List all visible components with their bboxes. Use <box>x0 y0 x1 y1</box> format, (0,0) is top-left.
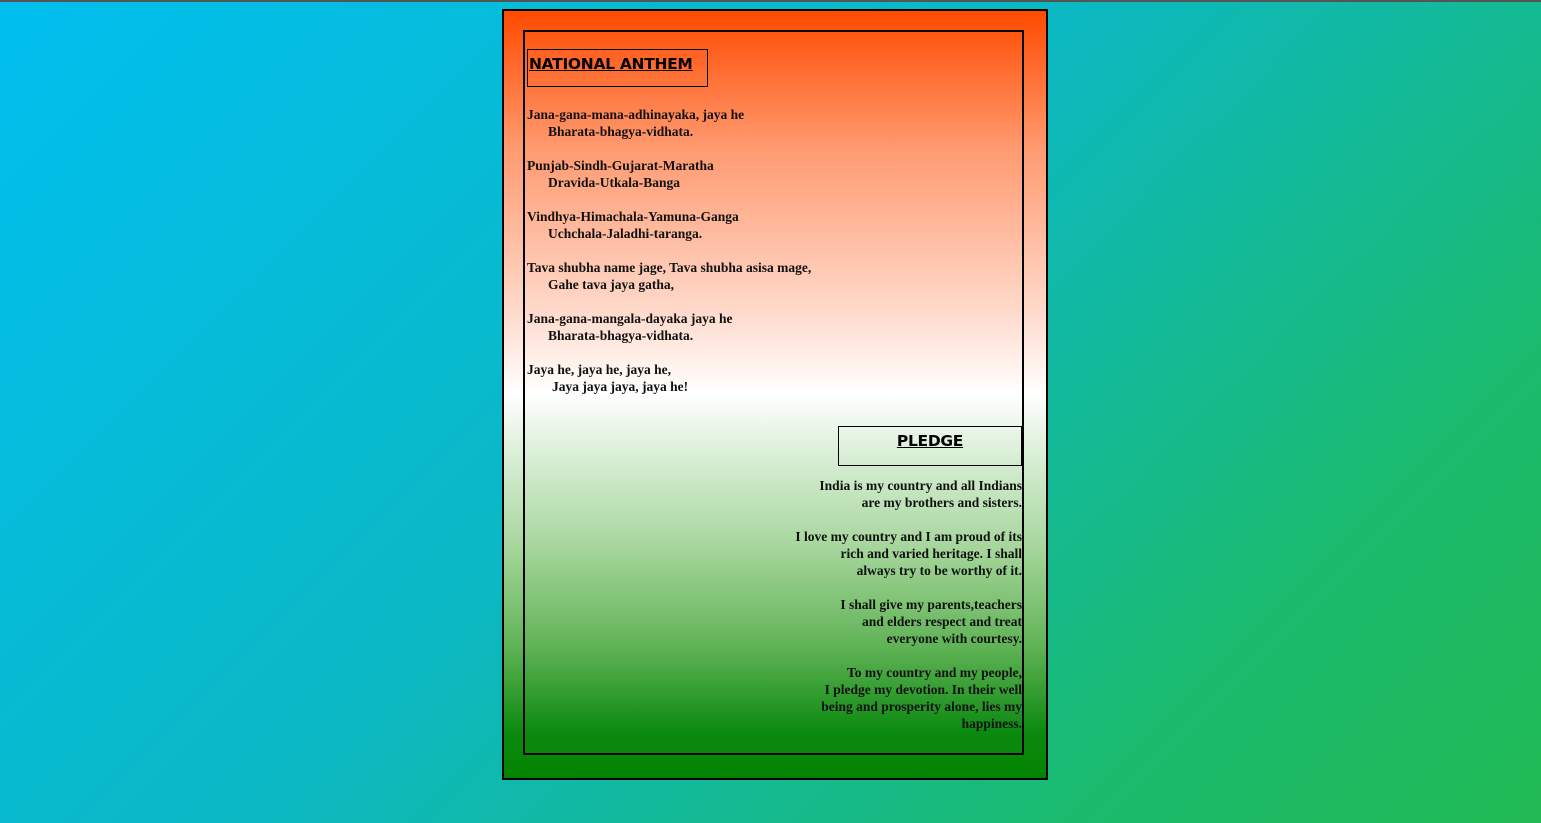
anthem-line: Jaya he, jaya he, jaya he, <box>527 362 671 377</box>
pledge-line: India is my country and all Indians <box>819 478 1022 493</box>
anthem-line: Jana-gana-mana-adhinayaka, jaya he <box>527 107 745 122</box>
anthem-line: Gahe tava jaya gatha, <box>548 277 674 292</box>
top-border-line <box>0 0 1541 2</box>
pledge-line: rich and varied heritage. I shall <box>840 546 1023 561</box>
pledge-text: India is my country and all Indians are … <box>722 477 1022 749</box>
pledge-paragraph-3: I shall give my parents,teachers and eld… <box>722 596 1022 647</box>
anthem-line: Bharata-bhagya-vidhata. <box>548 124 694 139</box>
pledge-line: I shall give my parents,teachers <box>840 597 1022 612</box>
pledge-paragraph-1: India is my country and all Indians are … <box>722 477 1022 511</box>
pledge-line: To my country and my people, <box>846 665 1022 680</box>
anthem-line: Dravida-Utkala-Banga <box>548 175 681 190</box>
pledge-line: and elders respect and treat <box>862 614 1022 629</box>
anthem-line: Jana-gana-mangala-dayaka jaya he <box>527 311 733 326</box>
pledge-line: are my brothers and sisters. <box>861 495 1022 510</box>
tricolor-card: NATIONAL ANTHEM Jana-gana-mana-adhinayak… <box>502 9 1048 780</box>
anthem-line: Uchchala-Jaladhi-taranga. <box>548 226 703 241</box>
anthem-stanza-2: Punjab-Sindh-Gujarat-Maratha Dravida-Utk… <box>527 157 811 191</box>
anthem-line: Tava shubha name jage, Tava shubha asisa… <box>527 260 812 275</box>
anthem-line: Vindhya-Himachala-Yamuna-Ganga <box>527 209 739 224</box>
anthem-stanza-4: Tava shubha name jage, Tava shubha asisa… <box>527 259 811 293</box>
anthem-stanza-1: Jana-gana-mana-adhinayaka, jaya he Bhara… <box>527 106 811 140</box>
pledge-line: everyone with courtesy. <box>886 631 1022 646</box>
anthem-heading: NATIONAL ANTHEM <box>527 49 708 87</box>
pledge-line: always try to be worthy of it. <box>856 563 1022 578</box>
anthem-line: Jaya jaya jaya, jaya he! <box>552 379 689 394</box>
anthem-text: Jana-gana-mana-adhinayaka, jaya he Bhara… <box>527 106 811 412</box>
pledge-heading: PLEDGE <box>838 426 1022 466</box>
pledge-line: I love my country and I am proud of its <box>795 529 1022 544</box>
pledge-line: I pledge my devotion. In their well <box>824 682 1022 697</box>
anthem-stanza-3: Vindhya-Himachala-Yamuna-Ganga Uchchala-… <box>527 208 811 242</box>
anthem-line: Bharata-bhagya-vidhata. <box>548 328 694 343</box>
inner-frame: NATIONAL ANTHEM Jana-gana-mana-adhinayak… <box>523 30 1024 755</box>
pledge-line: happiness. <box>961 716 1022 731</box>
pledge-paragraph-2: I love my country and I am proud of its … <box>722 528 1022 579</box>
pledge-line: being and prosperity alone, lies my <box>821 699 1022 714</box>
anthem-stanza-5: Jana-gana-mangala-dayaka jaya he Bharata… <box>527 310 811 344</box>
anthem-stanza-6: Jaya he, jaya he, jaya he, Jaya jaya jay… <box>527 361 811 395</box>
pledge-paragraph-4: To my country and my people, I pledge my… <box>722 664 1022 732</box>
anthem-line: Punjab-Sindh-Gujarat-Maratha <box>527 158 714 173</box>
